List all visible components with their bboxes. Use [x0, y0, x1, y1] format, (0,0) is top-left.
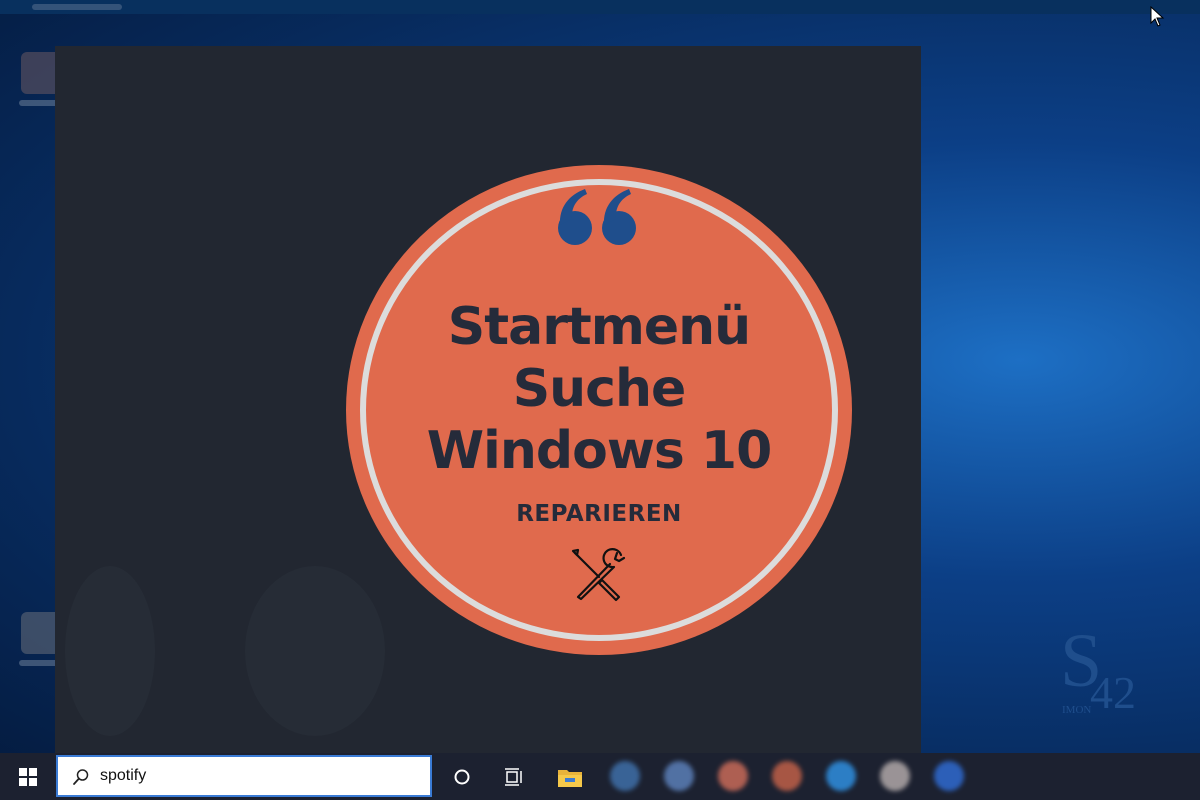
promo-title-line-3: Windows 10	[426, 421, 773, 481]
promo-subtitle: REPARIEREN	[516, 501, 682, 527]
search-input[interactable]	[100, 757, 420, 795]
promo-badge: Startmenü Suche Windows 10 REPARIEREN	[346, 165, 852, 655]
blurred-app-icon[interactable]	[718, 761, 748, 791]
start-menu-panel: Startmenü Suche Windows 10 REPARIEREN	[55, 46, 921, 754]
file-explorer-icon	[558, 769, 582, 787]
s42-logo: S 42 IMON	[1060, 619, 1150, 718]
blurred-app-icon[interactable]	[772, 761, 802, 791]
faded-background-shape	[245, 566, 385, 736]
search-icon	[73, 769, 89, 785]
cortana-icon	[454, 769, 470, 784]
start-button[interactable]	[0, 753, 56, 800]
task-view-icon	[505, 767, 522, 786]
windows-start-icon	[19, 768, 37, 786]
desktop-top-strip	[0, 0, 1200, 14]
blurred-app-icon[interactable]	[610, 761, 640, 791]
blurred-app-icon[interactable]	[880, 761, 910, 791]
logo-number: 42	[1090, 667, 1136, 716]
quote-mark-icon	[346, 183, 852, 254]
taskbar-search-box[interactable]	[56, 755, 432, 797]
promo-title-line-2: Suche	[512, 359, 687, 419]
blurred-app-icon[interactable]	[934, 761, 964, 791]
file-explorer-button[interactable]	[544, 753, 596, 800]
cortana-button[interactable]	[436, 753, 488, 800]
promo-title-line-1: Startmenü	[447, 297, 751, 357]
wrench-screwdriver-icon	[569, 547, 629, 607]
task-view-button[interactable]	[488, 753, 540, 800]
blurred-window-title	[32, 4, 122, 10]
blurred-app-icon[interactable]	[826, 761, 856, 791]
blurred-app-icon[interactable]	[664, 761, 694, 791]
logo-subtext: IMON	[1062, 704, 1091, 716]
faded-background-shape	[65, 566, 155, 736]
taskbar	[0, 753, 1200, 800]
